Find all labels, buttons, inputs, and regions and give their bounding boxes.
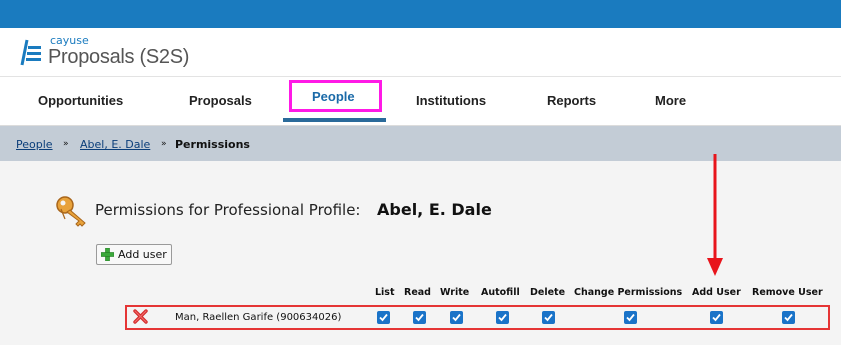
plus-icon [101, 248, 114, 261]
breadcrumb-separator: » [63, 139, 69, 149]
checkbox-add-user[interactable] [710, 311, 723, 324]
checkbox-remove-user[interactable] [782, 311, 795, 324]
add-user-label: Add user [118, 248, 167, 261]
column-header-change-permissions: Change Permissions [574, 287, 683, 298]
checkmark-icon [379, 313, 388, 322]
checkmark-icon [452, 313, 461, 322]
checkbox-read[interactable] [413, 311, 426, 324]
people-highlight-box [289, 80, 382, 112]
active-tab-indicator [283, 118, 386, 122]
column-header-delete: Delete [530, 287, 566, 298]
breadcrumb-separator: » [161, 139, 167, 149]
breadcrumb-people[interactable]: People [16, 138, 53, 151]
breadcrumb-profile[interactable]: Abel, E. Dale [80, 138, 150, 151]
checkmark-icon [498, 313, 507, 322]
remove-user-x-icon[interactable] [133, 309, 148, 324]
nav-proposals[interactable]: Proposals [189, 77, 252, 125]
column-header-autofill: Autofill [481, 287, 520, 298]
nav-opportunities[interactable]: Opportunities [38, 77, 123, 125]
nav-institutions[interactable]: Institutions [416, 77, 486, 125]
column-header-remove-user: Remove User [752, 287, 823, 298]
app-header: cayuse Proposals (S2S) [0, 28, 841, 77]
red-arrow-annotation [707, 154, 723, 276]
checkmark-icon [626, 313, 635, 322]
checkmark-icon [784, 313, 793, 322]
checkmark-icon [415, 313, 424, 322]
checkbox-autofill[interactable] [496, 311, 509, 324]
product-name: Proposals (S2S) [48, 46, 190, 68]
nav-more[interactable]: More [655, 77, 686, 125]
add-user-button[interactable]: Add user [96, 244, 172, 265]
checkmark-icon [544, 313, 553, 322]
column-header-add-user: Add User [692, 287, 741, 298]
top-bar [0, 0, 841, 28]
checkbox-write[interactable] [450, 311, 463, 324]
column-header-read: Read [404, 287, 431, 298]
permissions-title: Permissions for Professional Profile: [95, 201, 361, 219]
keys-icon [56, 196, 86, 227]
breadcrumb-current: Permissions [175, 138, 250, 151]
checkbox-list[interactable] [377, 311, 390, 324]
user-name: Man, Raellen Garife (900634026) [175, 312, 342, 323]
checkmark-icon [712, 313, 721, 322]
cayuse-logo-icon [20, 39, 41, 66]
checkbox-change-permissions[interactable] [624, 311, 637, 324]
profile-name: Abel, E. Dale [377, 200, 492, 219]
checkbox-delete[interactable] [542, 311, 555, 324]
nav-reports[interactable]: Reports [547, 77, 596, 125]
column-header-list: List [375, 287, 395, 298]
column-header-write: Write [440, 287, 470, 298]
